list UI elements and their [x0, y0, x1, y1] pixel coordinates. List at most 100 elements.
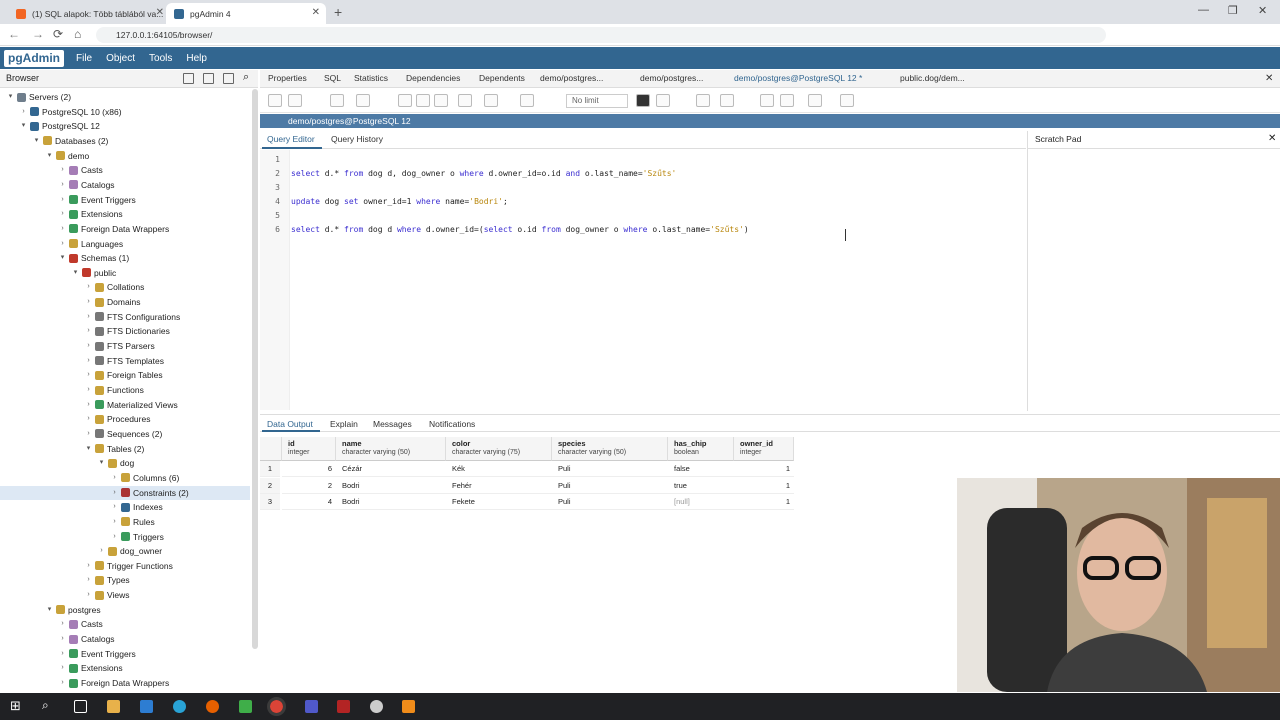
tree-node[interactable]: › FTS Dictionaries — [0, 324, 250, 338]
chevron-right-icon[interactable]: › — [84, 339, 93, 353]
tree-node[interactable]: › Materialized Views — [0, 398, 250, 412]
search-icon[interactable]: ⌕ — [243, 71, 249, 84]
chevron-right-icon[interactable]: › — [58, 661, 67, 675]
tree-node[interactable]: › Catalogs — [0, 632, 250, 646]
filter-icon[interactable] — [520, 94, 534, 107]
execute-icon[interactable] — [656, 94, 670, 107]
tree-node[interactable]: ▾ PostgreSQL 12 — [0, 119, 250, 133]
tree-node[interactable]: › Foreign Tables — [0, 368, 250, 382]
tab-messages[interactable]: Messages — [373, 419, 412, 429]
chevron-right-icon[interactable]: › — [84, 310, 93, 324]
chevron-right-icon[interactable]: › — [84, 427, 93, 441]
chevron-down-icon[interactable]: ▾ — [45, 149, 54, 163]
grid-cell[interactable]: 4 — [282, 494, 336, 510]
menu-object[interactable]: Object — [106, 53, 135, 64]
column-header[interactable]: id integer — [282, 437, 336, 461]
tree-node[interactable]: › Indexes — [0, 500, 250, 514]
row-number[interactable]: 1 — [260, 461, 280, 477]
grid-cell[interactable]: 1 — [734, 461, 794, 477]
tab-sql[interactable]: SQL — [324, 73, 341, 83]
tree-node[interactable]: › Trigger Functions — [0, 559, 250, 573]
tree-node[interactable]: › Triggers — [0, 530, 250, 544]
close-icon[interactable]: ✕ — [156, 7, 164, 18]
grid-cell[interactable]: 2 — [282, 478, 336, 494]
url-input[interactable]: 127.0.0.1:64105/browser/ — [96, 27, 1106, 43]
menu-help[interactable]: Help — [186, 53, 207, 64]
tree-node[interactable]: › Foreign Data Wrappers — [0, 222, 250, 236]
chevron-right-icon[interactable]: › — [84, 324, 93, 338]
tree-node[interactable]: ▾ dog — [0, 456, 250, 470]
tree-node[interactable]: › Rules — [0, 515, 250, 529]
close-icon[interactable]: ✕ — [312, 7, 320, 18]
close-panel-icon[interactable]: ✕ — [1265, 73, 1273, 84]
vlc-icon[interactable] — [402, 700, 415, 713]
chevron-right-icon[interactable]: › — [84, 368, 93, 382]
tab-explain[interactable]: Explain — [330, 419, 358, 429]
explain-icon[interactable] — [696, 94, 710, 107]
explain-analyze-icon[interactable] — [720, 94, 734, 107]
grid-cell[interactable]: Puli — [552, 478, 668, 494]
tree-scrollbar[interactable] — [252, 89, 258, 649]
chevron-down-icon[interactable]: ▾ — [84, 442, 93, 456]
chevron-down-icon[interactable]: ▾ — [97, 456, 106, 470]
clear-icon[interactable] — [808, 94, 822, 107]
grid-cell[interactable]: Fehér — [446, 478, 552, 494]
tree-node[interactable]: › Sequences (2) — [0, 427, 250, 441]
chevron-right-icon[interactable]: › — [58, 237, 67, 251]
chevron-right-icon[interactable]: › — [110, 515, 119, 529]
reload-icon[interactable]: ⟳ — [53, 27, 63, 41]
grid-cell[interactable]: [null] — [668, 494, 734, 510]
windows-start-icon[interactable]: ⊞ — [10, 698, 21, 714]
chevron-right-icon[interactable]: › — [58, 178, 67, 192]
tree-node[interactable]: › Extensions — [0, 661, 250, 675]
minimize-icon[interactable]: — — [1198, 4, 1209, 16]
tab-dependents[interactable]: Dependents — [479, 73, 525, 83]
chevron-right-icon[interactable]: › — [84, 354, 93, 368]
column-header[interactable]: owner_id integer — [734, 437, 794, 461]
tab-query-editor[interactable]: Query Editor — [267, 134, 315, 144]
chevron-right-icon[interactable]: › — [58, 163, 67, 177]
save-file-icon[interactable] — [288, 94, 302, 107]
menu-file[interactable]: File — [76, 53, 92, 64]
row-number[interactable]: 3 — [260, 494, 280, 510]
chevron-down-icon[interactable]: ▾ — [6, 90, 15, 104]
download-icon[interactable] — [840, 94, 854, 107]
tree-node[interactable]: › Event Triggers — [0, 647, 250, 661]
tree-node[interactable]: › Types — [0, 573, 250, 587]
object-properties-icon[interactable] — [183, 73, 194, 84]
chevron-down-icon[interactable]: ▾ — [32, 134, 41, 148]
tree-node[interactable]: ▾ Tables (2) — [0, 442, 250, 456]
teams-icon[interactable] — [305, 700, 318, 713]
task-view-icon[interactable] — [74, 700, 87, 713]
commit-icon[interactable] — [760, 94, 774, 107]
tree-node[interactable]: ▾ postgres — [0, 603, 250, 617]
chevron-right-icon[interactable]: › — [19, 105, 28, 119]
row-number[interactable]: 2 — [260, 477, 280, 494]
chevron-down-icon[interactable]: ▾ — [58, 251, 67, 265]
chevron-right-icon[interactable]: › — [110, 500, 119, 514]
chevron-down-icon[interactable]: ▾ — [45, 603, 54, 617]
grid-cell[interactable]: false — [668, 461, 734, 477]
firefox-icon[interactable] — [206, 700, 219, 713]
tree-node[interactable]: › FTS Configurations — [0, 310, 250, 324]
grid-cell[interactable]: Bodri — [336, 478, 446, 494]
tree-node[interactable]: › Catalogs — [0, 178, 250, 192]
tree-node[interactable]: › dog_owner — [0, 544, 250, 558]
chrome-tab-pgadmin[interactable]: pgAdmin 4 ✕ — [166, 3, 326, 24]
chevron-right-icon[interactable]: › — [110, 486, 119, 500]
grid-cell[interactable]: true — [668, 478, 734, 494]
tab-statistics[interactable]: Statistics — [354, 73, 388, 83]
tree-node[interactable]: › Collations — [0, 280, 250, 294]
column-header[interactable]: has_chip boolean — [668, 437, 734, 461]
scratch-pad-textarea[interactable] — [1027, 149, 1280, 411]
grid-cell[interactable]: 1 — [734, 478, 794, 494]
tree-node[interactable]: › PostgreSQL 10 (x86) — [0, 105, 250, 119]
chrome-icon[interactable] — [267, 697, 286, 716]
chevron-right-icon[interactable]: › — [58, 647, 67, 661]
app-icon[interactable] — [140, 700, 153, 713]
column-header[interactable]: color character varying (75) — [446, 437, 552, 461]
row-limit-select[interactable]: No limit — [566, 94, 628, 108]
chevron-right-icon[interactable]: › — [58, 617, 67, 631]
tree-node[interactable]: ▾ Servers (2) — [0, 90, 250, 104]
stop-icon[interactable] — [636, 94, 650, 107]
